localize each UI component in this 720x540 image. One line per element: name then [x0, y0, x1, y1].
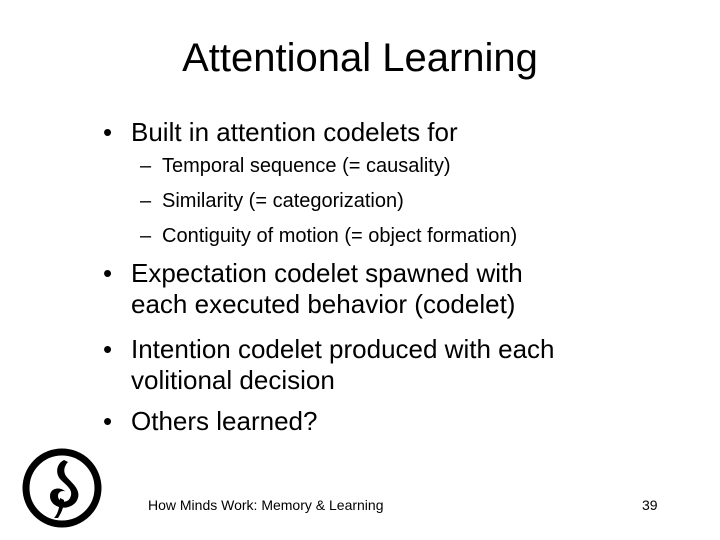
- bullet-list: • Built in attention codelets for – Temp…: [0, 0, 720, 540]
- sub-bullet-marker: –: [140, 225, 152, 247]
- bullet-item: • Others learned?: [103, 406, 318, 437]
- bullet-text: Intention codelet produced with each: [131, 334, 555, 364]
- bullet-item: • Expectation codelet spawned with: [103, 258, 523, 289]
- bullet-marker: •: [103, 334, 113, 364]
- bullet-continuation: each executed behavior (codelet): [131, 289, 515, 320]
- bullet-text: each executed behavior (codelet): [131, 289, 516, 319]
- bullet-text: Others learned?: [131, 406, 318, 436]
- bullet-marker: •: [103, 406, 113, 436]
- logo-icon: [22, 448, 102, 528]
- footer-text: How Minds Work: Memory & Learning: [148, 497, 384, 513]
- sub-bullet-item: – Temporal sequence (= causality): [140, 154, 451, 178]
- bullet-text: volitional decision: [131, 365, 335, 395]
- sub-bullet-text: Contiguity of motion (= object formation…: [162, 225, 518, 247]
- sub-bullet-item: – Similarity (= categorization): [140, 189, 404, 213]
- bullet-marker: •: [103, 117, 113, 147]
- bullet-continuation: volitional decision: [131, 365, 335, 396]
- page-number: 39: [642, 497, 658, 513]
- bullet-marker: •: [103, 258, 113, 288]
- bullet-text: Built in attention codelets for: [131, 117, 458, 147]
- slide: Attentional Learning • Built in attentio…: [0, 0, 720, 540]
- sub-bullet-text: Similarity (= categorization): [162, 190, 404, 212]
- sub-bullet-item: – Contiguity of motion (= object formati…: [140, 224, 518, 248]
- bullet-text: Expectation codelet spawned with: [131, 258, 523, 288]
- sub-bullet-marker: –: [140, 190, 152, 212]
- bullet-item: • Built in attention codelets for: [103, 117, 458, 148]
- bullet-item: • Intention codelet produced with each: [103, 334, 555, 365]
- sub-bullet-text: Temporal sequence (= causality): [162, 155, 451, 177]
- sub-bullet-marker: –: [140, 155, 152, 177]
